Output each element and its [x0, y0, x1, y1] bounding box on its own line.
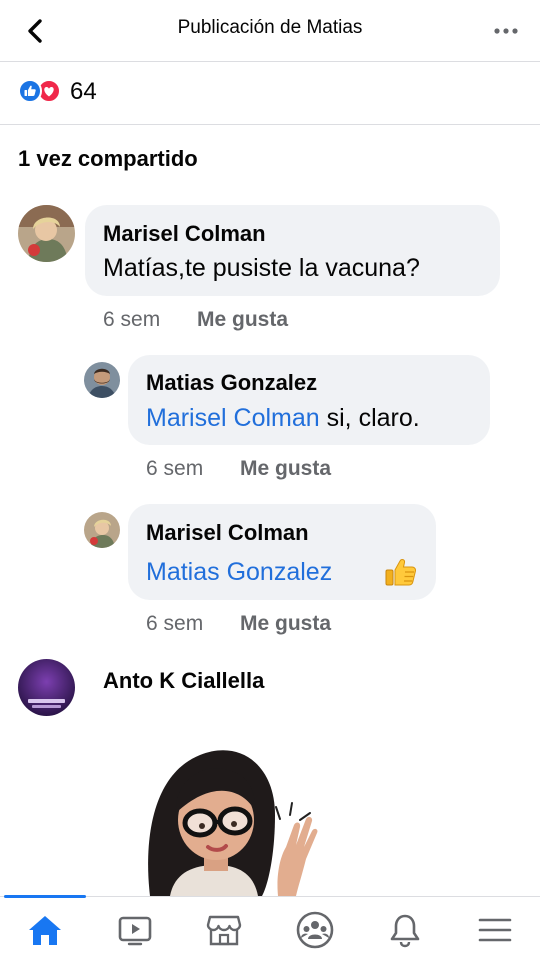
- nav-notifications[interactable]: [380, 907, 430, 953]
- avatar[interactable]: [84, 512, 120, 548]
- watch-icon: [118, 916, 152, 946]
- nav-menu[interactable]: [470, 907, 520, 953]
- menu-icon: [478, 918, 512, 942]
- more-options-button[interactable]: [488, 14, 524, 48]
- page-title: Publicación de Matias: [177, 17, 363, 38]
- groups-icon: [296, 911, 334, 949]
- mention-link[interactable]: Matias Gonzalez: [146, 558, 332, 586]
- reaction-icons[interactable]: [18, 79, 64, 103]
- mention-link[interactable]: Marisel Colman: [146, 404, 320, 432]
- comment-author[interactable]: Marisel Colman: [146, 520, 309, 546]
- comment-like-button[interactable]: Me gusta: [240, 457, 331, 481]
- comment-timestamp[interactable]: 6 sem: [146, 457, 203, 481]
- comment-timestamp[interactable]: 6 sem: [146, 612, 203, 636]
- home-icon: [29, 916, 61, 945]
- nav-watch[interactable]: [110, 907, 160, 953]
- reaction-count[interactable]: 64: [70, 78, 97, 106]
- comment-author[interactable]: Marisel Colman: [103, 221, 266, 247]
- marketplace-icon: [206, 915, 242, 946]
- share-count[interactable]: 1 vez compartido: [18, 146, 198, 172]
- more-horizontal-icon: [494, 28, 518, 34]
- like-reaction-icon: [18, 79, 42, 103]
- avatar[interactable]: [18, 659, 75, 716]
- active-tab-indicator: [4, 895, 86, 898]
- avatar-sticker: [140, 735, 330, 896]
- comment-text: Matías,te pusiste la vacuna?: [103, 254, 420, 282]
- comment-author[interactable]: Anto K Ciallella: [103, 668, 264, 694]
- header-bar: Publicación de Matias: [0, 0, 540, 62]
- avatar[interactable]: [18, 205, 75, 262]
- avatar[interactable]: [84, 362, 120, 398]
- bottom-navigation: [0, 895, 540, 960]
- comment-author[interactable]: Matias Gonzalez: [146, 370, 317, 396]
- notifications-icon: [390, 914, 420, 948]
- comment-timestamp[interactable]: 6 sem: [103, 308, 160, 332]
- comment-text: Matias Gonzalez: [146, 558, 332, 587]
- comment-like-button[interactable]: Me gusta: [240, 612, 331, 636]
- nav-home[interactable]: [20, 907, 70, 953]
- comment-like-button[interactable]: Me gusta: [197, 308, 288, 332]
- thumbs-up-emoji: [384, 556, 418, 588]
- nav-groups[interactable]: [290, 907, 340, 953]
- nav-marketplace[interactable]: [199, 907, 249, 953]
- comment-text: Marisel Colman si, claro.: [146, 404, 420, 432]
